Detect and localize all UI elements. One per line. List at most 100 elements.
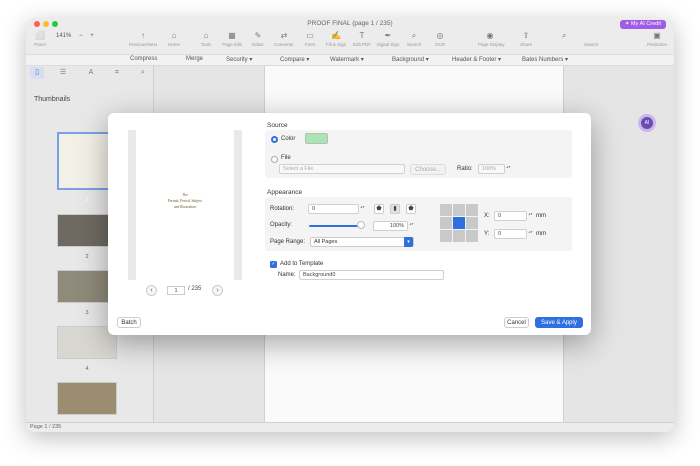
opacity-slider[interactable] (309, 225, 361, 227)
opacity-stepper[interactable]: ▴▾ (409, 221, 414, 231)
panel-icon: ⬜ (35, 31, 45, 40)
main-toolbar: ⬜ Panel 141% − + ↑ Previous/Next ⌂ Home … (26, 30, 674, 52)
page-edit-tool[interactable]: ▦ Page Edit (220, 30, 244, 52)
batch-button[interactable]: Batch (117, 317, 141, 328)
x-offset-input[interactable]: 0 (494, 211, 527, 221)
preview-title: The Portrait, Period, Subject and Illust… (136, 192, 234, 210)
rotate-right-icon[interactable]: ⬟ (406, 204, 416, 214)
editor-tool[interactable]: ✎ Editor (246, 30, 270, 52)
panel-tool[interactable]: ⬜ Panel (28, 30, 52, 52)
choose-file-button[interactable]: Choose... (410, 164, 446, 175)
position-middle-left[interactable] (440, 217, 452, 229)
converter-tool[interactable]: ⇄ Converter (272, 30, 296, 52)
position-middle-right[interactable] (466, 217, 478, 229)
zoom-in-button[interactable]: + (90, 33, 94, 39)
digital-sign-tool[interactable]: ✒ Digital Sign (376, 30, 400, 52)
add-template-label: Add to Template (280, 261, 324, 267)
zoom-value[interactable]: 141% (56, 33, 71, 39)
page-number-input[interactable]: 1 (167, 286, 185, 295)
position-top-center[interactable] (453, 204, 465, 216)
zoom-out-button[interactable]: − (79, 33, 83, 39)
header-footer-menu[interactable]: Header & Footer ▾ (452, 56, 501, 63)
ocr-tool[interactable]: ◎ OCR (428, 30, 452, 52)
rotation-input[interactable]: 0 (308, 204, 359, 214)
tools-icon: ⌂ (203, 31, 209, 40)
position-bottom-right[interactable] (466, 230, 478, 242)
thumbnails-tab[interactable]: ▯ (30, 67, 44, 79)
share-icon: ⇪ (522, 31, 530, 40)
color-radio[interactable] (271, 136, 278, 143)
ai-credit-button[interactable]: ✦ My AI Credit (619, 20, 666, 29)
thumbnail-page-5[interactable] (57, 382, 117, 415)
save-apply-button[interactable]: Save & Apply (535, 317, 583, 328)
assistant-avatar[interactable]: AI (638, 114, 656, 132)
window-title: PROOF FINAL (page 1 / 235) (307, 20, 393, 27)
prev-next-tool[interactable]: ↑ Previous/Next (126, 30, 160, 52)
x-unit: mm (536, 213, 546, 219)
rotate-none-icon[interactable]: ▮ (390, 204, 400, 214)
watermark-menu[interactable]: Watermark ▾ (330, 56, 364, 63)
form-tool[interactable]: ▭ Form (298, 30, 322, 52)
add-template-checkbox[interactable]: ✓ (270, 261, 277, 268)
form-icon: ▭ (306, 31, 314, 40)
search-tool[interactable]: ⌕ Search (402, 30, 426, 52)
compress-button[interactable]: Compress (130, 56, 157, 62)
share-tool[interactable]: ⇪ Share (514, 30, 538, 52)
y-offset-stepper[interactable]: ▴▾ (528, 229, 533, 239)
pen-icon: ✎ (254, 31, 262, 40)
file-path-input[interactable]: Select a File (279, 164, 405, 174)
search-field-tool[interactable]: ⌕ Search (556, 30, 626, 52)
color-swatch[interactable] (305, 133, 328, 144)
ocr-label: OCR (435, 42, 445, 47)
search-tab[interactable]: ⌕ (136, 67, 150, 79)
arrow-up-icon: ↑ (141, 31, 145, 40)
position-bottom-left[interactable] (440, 230, 452, 242)
form-label: Form (304, 42, 316, 47)
template-name-input[interactable]: Background0 (299, 270, 444, 280)
rotation-stepper[interactable]: ▴▾ (360, 204, 365, 214)
home-tool[interactable]: ⌂ Home (162, 30, 186, 52)
page-range-select[interactable]: All Pages ▾ (310, 237, 414, 247)
position-top-right[interactable] (466, 204, 478, 216)
prediction-tool[interactable]: ▣ Prediction (642, 30, 672, 52)
position-bottom-center[interactable] (453, 230, 465, 242)
position-grid (440, 204, 478, 242)
bates-numbers-menu[interactable]: Bates Numbers ▾ (522, 56, 568, 63)
preview-pager: ‹ 1 / 235 › (146, 285, 226, 297)
opacity-input[interactable]: 100% (373, 221, 408, 231)
ratio-stepper[interactable]: ▴▾ (506, 164, 511, 174)
page-total: / 235 (188, 286, 202, 292)
page-display-tool[interactable]: ◉ Page Display (478, 30, 505, 52)
appearance-title: Appearance (267, 189, 303, 196)
file-radio[interactable] (271, 156, 278, 163)
y-unit: mm (536, 231, 546, 237)
opacity-slider-knob[interactable] (357, 221, 365, 229)
position-center[interactable] (453, 217, 465, 229)
tools-tool[interactable]: ⌂ Tools (194, 30, 218, 52)
x-label: X: (484, 213, 490, 219)
opacity-label: Opacity: (270, 222, 293, 228)
search-field-label: Search (583, 42, 599, 47)
source-title: Source (267, 122, 288, 129)
merge-button[interactable]: Merge (186, 56, 203, 62)
secondary-toolbar: Compress Merge Security ▾ Compare ▾ Wate… (26, 54, 674, 66)
prev-page-button[interactable]: ‹ (146, 285, 157, 296)
sidebar-tabs: ▯ ☰ A ⌗ ⌕ (26, 66, 153, 80)
rotation-label: Rotation: (270, 206, 295, 212)
compare-menu[interactable]: Compare ▾ (280, 56, 309, 63)
share-label: Share (519, 42, 532, 47)
annotations-tab[interactable]: A (84, 67, 98, 79)
ratio-input[interactable]: 100% (478, 164, 505, 174)
attachments-tab[interactable]: ⌗ (110, 67, 124, 79)
y-offset-input[interactable]: 0 (494, 229, 527, 239)
background-menu[interactable]: Background ▾ (392, 56, 429, 63)
edit-pdf-tool[interactable]: T Edit PDF (350, 30, 374, 52)
next-page-button[interactable]: › (212, 285, 223, 296)
outline-tab[interactable]: ☰ (56, 67, 70, 79)
rotate-left-icon[interactable]: ⬟ (374, 204, 384, 214)
fill-sign-tool[interactable]: ✍ Fill & Sign (324, 30, 348, 52)
cancel-button[interactable]: Cancel (504, 317, 529, 328)
x-offset-stepper[interactable]: ▴▾ (528, 211, 533, 221)
position-top-left[interactable] (440, 204, 452, 216)
security-menu[interactable]: Security ▾ (226, 56, 252, 63)
